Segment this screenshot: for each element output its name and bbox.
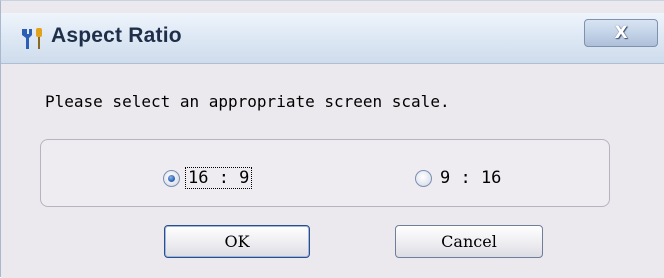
- option-group-box: [40, 139, 610, 207]
- radio-label-16-9: 16 : 9: [184, 167, 253, 189]
- title-bar[interactable]: Aspect Ratio X: [1, 13, 664, 64]
- aspect-ratio-dialog: Aspect Ratio X Please select an appropri…: [0, 0, 664, 278]
- radio-selected-dot: [168, 174, 175, 182]
- prompt-text: Please select an appropriate screen scal…: [45, 92, 450, 111]
- radio-option-16-9[interactable]: 16 : 9: [163, 166, 253, 190]
- tools-icon: [22, 28, 42, 49]
- cancel-button[interactable]: Cancel: [395, 225, 543, 258]
- ok-button[interactable]: OK: [164, 225, 310, 258]
- radio-button-unselected[interactable]: [415, 169, 432, 187]
- dialog-title: Aspect Ratio: [51, 24, 182, 47]
- close-button[interactable]: X: [584, 19, 658, 47]
- radio-button-selected[interactable]: [163, 169, 180, 187]
- dialog-body: Please select an appropriate screen scal…: [1, 64, 664, 278]
- radio-option-9-16[interactable]: 9 : 16: [415, 166, 503, 190]
- radio-label-9-16: 9 : 16: [440, 168, 502, 188]
